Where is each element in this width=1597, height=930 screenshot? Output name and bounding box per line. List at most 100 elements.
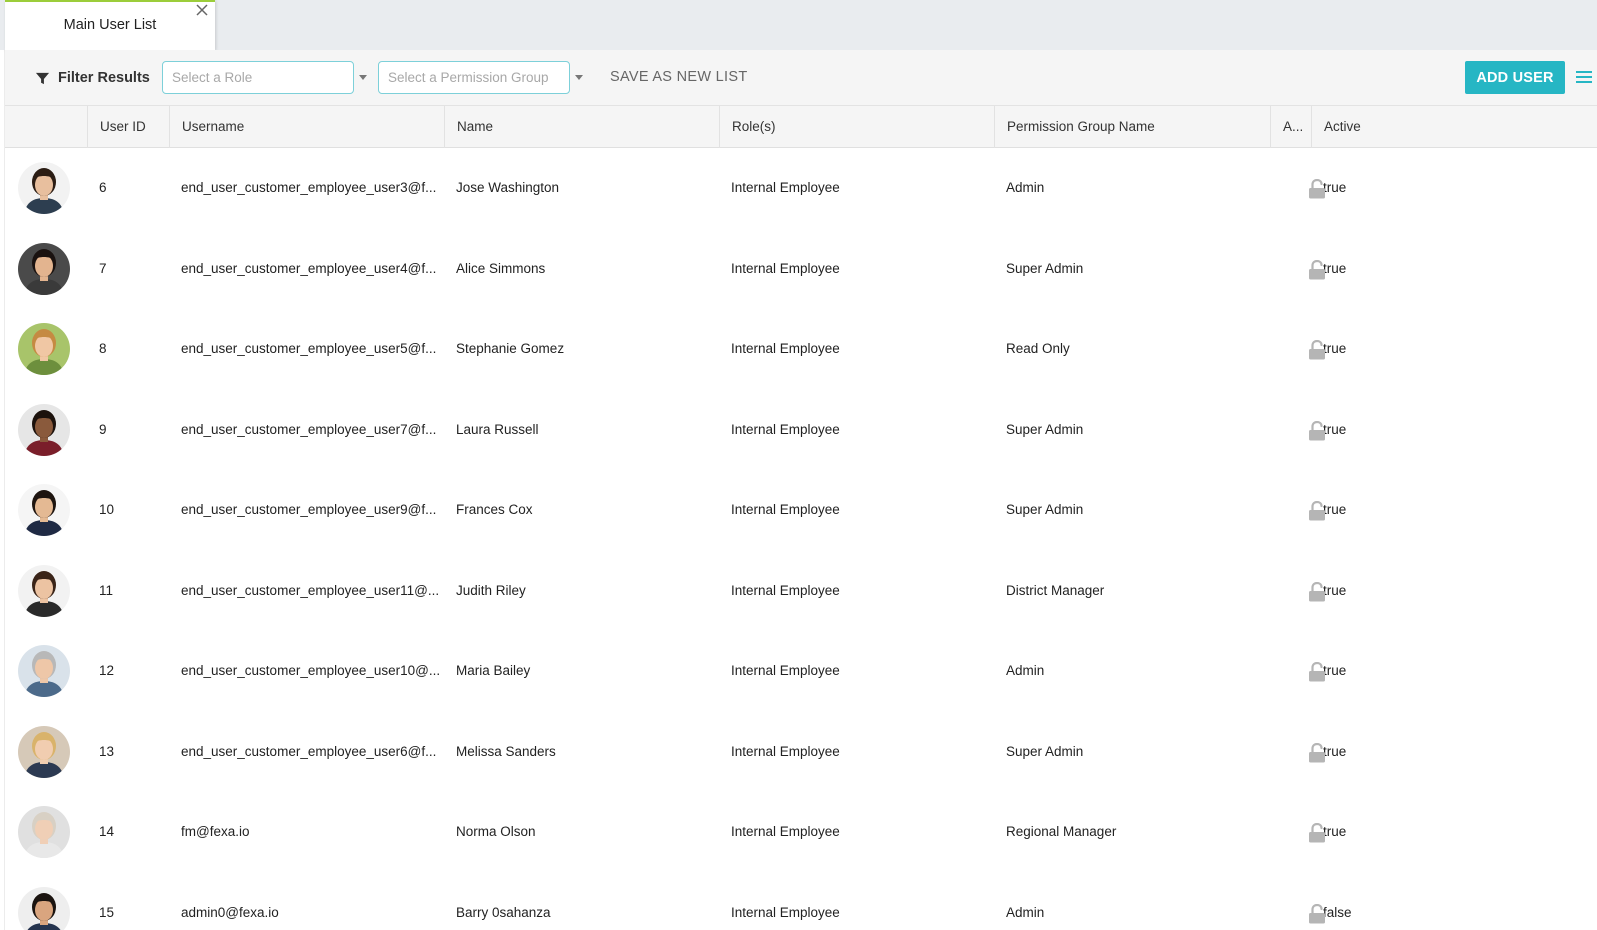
role-select[interactable]: Select a Role (162, 61, 354, 94)
cell-permission-group: Admin (1006, 180, 1045, 195)
avatar (18, 162, 70, 214)
column-header-active[interactable]: Active (1311, 106, 1597, 148)
cell-name: Judith Riley (456, 582, 526, 598)
cell-name: Frances Cox (456, 502, 533, 517)
cell-role: Internal Employee (731, 180, 840, 195)
cell-name: Maria Bailey (456, 663, 531, 678)
unlock-icon[interactable] (1308, 823, 1326, 843)
close-icon[interactable] (195, 3, 209, 17)
cell-active: true (1323, 743, 1347, 759)
table-row[interactable]: 15 admin0@fexa.io Barry 0sahanza Internal E… (5, 873, 1597, 930)
column-header-user-id[interactable]: User ID (87, 106, 169, 148)
column-header-access[interactable]: A... (1270, 106, 1311, 148)
cell-active: true (1323, 824, 1347, 839)
cell-name: Melissa Sanders (456, 743, 556, 759)
permission-group-select-placeholder: Select a Permission Group (388, 70, 549, 85)
column-header-roles[interactable]: Role(s) (719, 106, 994, 148)
permission-group-select[interactable]: Select a Permission Group (378, 61, 570, 94)
cell-user-id: 14 (99, 824, 115, 839)
cell-name: Laura Russell (456, 421, 539, 437)
cell-username: admin0@fexa.io (181, 904, 279, 920)
table-row[interactable]: 6 end_user_customer_employee_user3@f... Jo… (5, 148, 1597, 229)
cell-user-id: 13 (99, 743, 115, 759)
cell-permission-group: Regional Manager (1006, 824, 1117, 839)
unlock-icon[interactable] (1308, 259, 1326, 280)
cell-name: Norma Olson (456, 824, 536, 839)
cell-user-id: 7 (99, 260, 107, 276)
avatar (18, 564, 70, 617)
cell-permission-group: Super Admin (1006, 421, 1084, 437)
column-header-avatar (5, 106, 87, 148)
cell-username: end_user_customer_employee_user9@f... (181, 502, 437, 517)
cell-active: false (1323, 904, 1352, 920)
table-row[interactable]: 14 fm@fexa.io Norma Olson Internal Employee… (5, 792, 1597, 873)
cell-permission-group: Super Admin (1006, 260, 1084, 276)
unlock-icon[interactable] (1308, 340, 1326, 360)
cell-username: end_user_customer_employee_user7@f... (181, 421, 437, 437)
cell-role: Internal Employee (731, 421, 840, 437)
cell-active: true (1323, 421, 1347, 437)
column-header-username[interactable]: Username (169, 106, 444, 148)
avatar (18, 323, 70, 375)
avatar (18, 484, 70, 536)
filter-results-label: Filter Results (58, 70, 150, 86)
cell-permission-group: Super Admin (1006, 502, 1084, 517)
cell-active: true (1323, 341, 1347, 356)
cell-active: true (1323, 663, 1347, 678)
add-user-button[interactable]: ADD USER (1465, 61, 1565, 94)
cell-user-id: 15 (99, 904, 115, 920)
cell-user-id: 6 (99, 180, 107, 195)
table-row[interactable]: 8 end_user_customer_employee_user5@f... St… (5, 309, 1597, 390)
chevron-down-icon[interactable] (359, 75, 367, 80)
cell-role: Internal Employee (731, 582, 840, 598)
cell-active: true (1323, 180, 1347, 195)
unlock-icon[interactable] (1308, 662, 1326, 682)
cell-username: end_user_customer_employee_user10@... (181, 663, 441, 678)
filter-results-button[interactable]: Filter Results (35, 68, 150, 88)
table-row[interactable]: 9 end_user_customer_employee_user7@f... La… (5, 390, 1597, 471)
cell-name: Jose Washington (456, 180, 560, 195)
cell-active: true (1323, 502, 1347, 517)
unlock-icon[interactable] (1308, 501, 1326, 521)
unlock-icon[interactable] (1308, 581, 1326, 602)
filter-icon (35, 72, 50, 84)
toolbar: Filter Results Select a Role Select a Pe… (5, 50, 1597, 106)
save-as-new-list-button[interactable]: SAVE AS NEW LIST (610, 69, 748, 85)
cell-username: end_user_customer_employee_user4@f... (181, 260, 437, 276)
table-row[interactable]: 7 end_user_customer_employee_user4@f... Al… (5, 229, 1597, 310)
cell-role: Internal Employee (731, 260, 840, 276)
cell-role: Internal Employee (731, 824, 840, 839)
unlock-icon[interactable] (1308, 903, 1326, 924)
column-header-name[interactable]: Name (444, 106, 719, 148)
cell-role: Internal Employee (731, 743, 840, 759)
cell-username: end_user_customer_employee_user11@... (181, 582, 440, 598)
cell-role: Internal Employee (731, 341, 840, 356)
table-row[interactable]: 11 end_user_customer_employee_user11@... J… (5, 551, 1597, 632)
tab-main-user-list[interactable]: Main User List (5, 0, 215, 50)
column-header-permission-group[interactable]: Permission Group Name (994, 106, 1270, 148)
table-row[interactable]: 12 end_user_customer_employee_user10@... M… (5, 631, 1597, 712)
table-row[interactable]: 13 end_user_customer_employee_user6@f... M… (5, 712, 1597, 793)
cell-role: Internal Employee (731, 502, 840, 517)
unlock-icon[interactable] (1308, 420, 1326, 441)
cell-name: Barry 0sahanza (456, 904, 551, 920)
tab-bar: Main User List (0, 0, 1597, 50)
unlock-icon[interactable] (1308, 742, 1326, 763)
cell-username: end_user_customer_employee_user3@f... (181, 180, 437, 195)
tab-label: Main User List (63, 17, 157, 33)
cell-permission-group: Admin (1006, 663, 1045, 678)
cell-role: Internal Employee (731, 663, 840, 678)
table-header: User ID Username Name Role(s) Permission… (5, 106, 1597, 148)
cell-name: Alice Simmons (456, 260, 546, 276)
unlock-icon[interactable] (1308, 179, 1326, 199)
chevron-down-icon[interactable] (575, 75, 583, 80)
cell-name: Stephanie Gomez (456, 341, 565, 356)
menu-icon[interactable] (1576, 70, 1592, 84)
table-body: 6 end_user_customer_employee_user3@f... Jo… (5, 148, 1597, 930)
cell-active: true (1323, 582, 1347, 598)
avatar (18, 403, 70, 456)
cell-permission-group: Admin (1006, 904, 1045, 920)
table-row[interactable]: 10 end_user_customer_employee_user9@f... F… (5, 470, 1597, 551)
cell-username: fm@fexa.io (181, 824, 250, 839)
cell-username: end_user_customer_employee_user5@f... (181, 341, 437, 356)
